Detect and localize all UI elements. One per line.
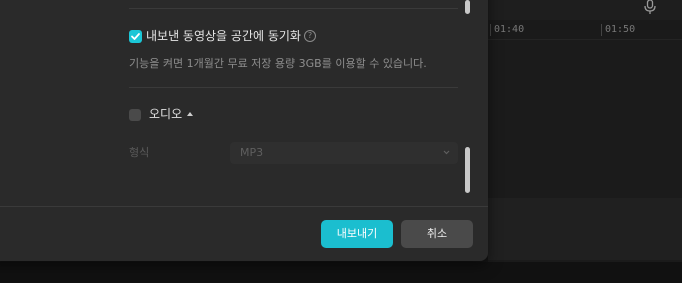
bottom-area (0, 262, 682, 283)
scrollbar-thumb[interactable] (465, 147, 470, 193)
format-select[interactable]: MP3 (230, 142, 458, 164)
timeline-ruler[interactable]: 01:40 01:50 (488, 20, 682, 40)
caret-up-icon[interactable] (187, 112, 193, 116)
check-icon (131, 33, 140, 40)
format-label: 형식 (129, 146, 150, 159)
divider (129, 87, 458, 88)
audio-label[interactable]: 오디오 (149, 106, 182, 122)
mic-icon[interactable] (641, 0, 659, 14)
dialog-footer-divider (0, 206, 488, 207)
sync-label: 내보낸 동영상을 공간에 동기화 (146, 29, 301, 43)
cancel-button[interactable]: 취소 (401, 220, 473, 248)
ruler-tick-label: 01:40 (490, 24, 524, 36)
timeline-track[interactable] (488, 198, 682, 260)
export-button[interactable]: 내보내기 (321, 220, 393, 248)
chevron-down-icon (443, 150, 450, 155)
ruler-tick-label: 01:50 (601, 24, 635, 36)
scrollbar-thumb[interactable] (465, 0, 470, 14)
sync-description: 기능을 켜면 1개월간 무료 저장 용량 3GB를 이용할 수 있습니다. (129, 57, 427, 70)
sync-checkbox[interactable] (129, 30, 142, 43)
help-icon[interactable]: ? (304, 30, 316, 42)
audio-checkbox[interactable] (129, 109, 141, 121)
format-select-value: MP3 (240, 146, 264, 159)
divider (129, 8, 458, 9)
